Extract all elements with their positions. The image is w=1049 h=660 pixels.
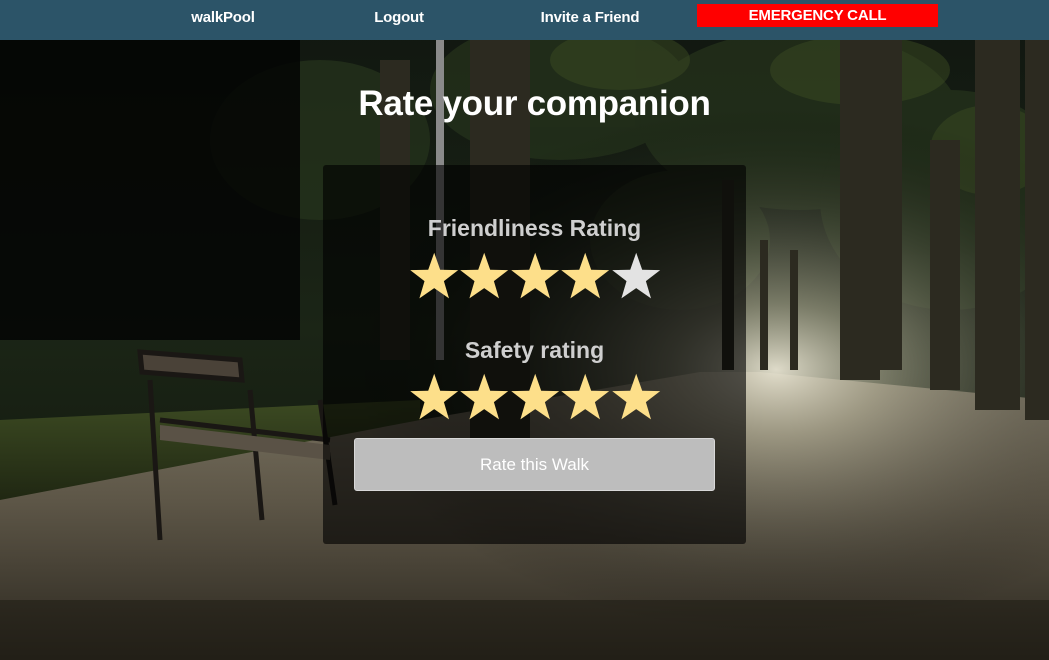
page-title: Rate your companion <box>358 84 711 123</box>
star-icon-filled[interactable] <box>560 249 610 303</box>
rate-walk-button[interactable]: Rate this Walk <box>354 438 715 491</box>
rating-card: Friendliness Rating Safety rating Rate t… <box>323 165 746 544</box>
invite-friend-link[interactable]: Invite a Friend <box>530 0 650 36</box>
logout-link[interactable]: Logout <box>352 0 446 36</box>
safety-rating-label: Safety rating <box>464 337 605 363</box>
star-icon-filled[interactable] <box>611 370 661 424</box>
emergency-call-button[interactable]: EMERGENCY CALL <box>697 4 938 27</box>
star-icon-filled[interactable] <box>510 370 560 424</box>
star-icon-filled[interactable] <box>409 370 459 424</box>
star-icon-filled[interactable] <box>459 249 509 303</box>
star-icon-filled[interactable] <box>459 370 509 424</box>
star-icon-filled[interactable] <box>409 249 459 303</box>
star-icon-filled[interactable] <box>560 370 610 424</box>
friendliness-star-rating <box>409 249 661 303</box>
friendliness-rating-label: Friendliness Rating <box>427 215 642 241</box>
star-icon-filled[interactable] <box>510 249 560 303</box>
top-navbar: walkPool Logout Invite a Friend EMERGENC… <box>0 0 1049 40</box>
safety-star-rating <box>409 370 661 424</box>
star-icon-empty[interactable] <box>611 249 661 303</box>
brand-link[interactable]: walkPool <box>168 0 278 36</box>
